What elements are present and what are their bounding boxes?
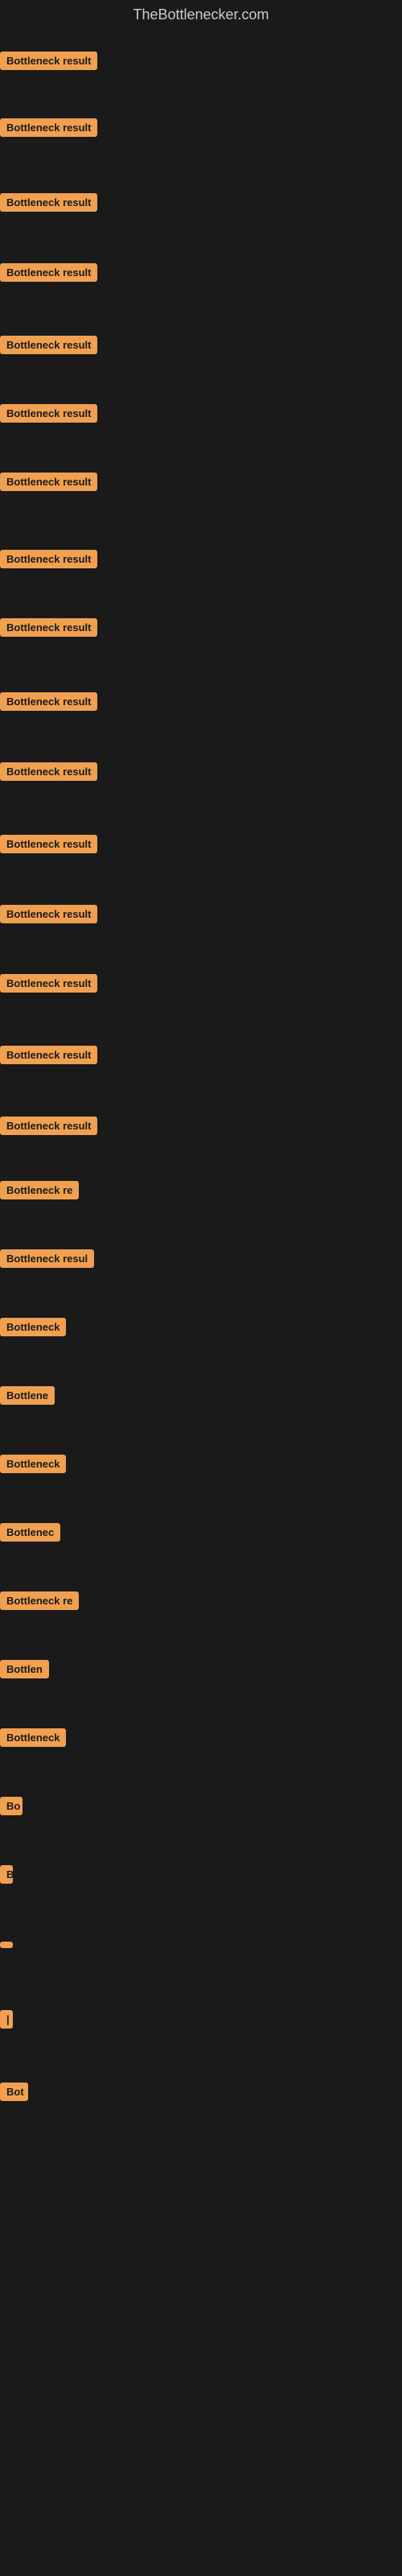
bottleneck-item[interactable]: Bottlen	[0, 1660, 49, 1682]
bottleneck-item[interactable]: Bottleneck result	[0, 762, 97, 785]
bottleneck-item[interactable]: Bottleneck result	[0, 618, 97, 641]
bottleneck-badge: Bottleneck result	[0, 473, 97, 491]
bottleneck-badge: Bottleneck result	[0, 905, 97, 923]
bottleneck-item[interactable]: Bottleneck re	[0, 1591, 79, 1614]
bottleneck-item[interactable]: Bo	[0, 1797, 23, 1819]
bottleneck-item[interactable]: |	[0, 2010, 13, 2033]
bottleneck-badge: Bottleneck result	[0, 118, 97, 137]
bottleneck-badge: Bottleneck result	[0, 193, 97, 212]
bottleneck-item[interactable]: Bottleneck result	[0, 835, 97, 857]
bottleneck-badge: |	[0, 2010, 13, 2029]
bottleneck-badge: Bottleneck result	[0, 336, 97, 354]
bottleneck-item[interactable]: Bottleneck result	[0, 263, 97, 286]
bottleneck-badge: Bottleneck	[0, 1728, 66, 1747]
bottleneck-badge: Bottleneck result	[0, 263, 97, 282]
bottleneck-item[interactable]: Bottleneck result	[0, 1046, 97, 1068]
bottleneck-badge: Bottleneck result	[0, 618, 97, 637]
bottleneck-badge: Bot	[0, 2083, 28, 2101]
bottleneck-item[interactable]: Bottleneck	[0, 1455, 66, 1477]
bottleneck-badge: Bottleneck result	[0, 835, 97, 853]
site-title: TheBottlenecker.com	[0, 0, 402, 30]
bottleneck-badge: Bottleneck result	[0, 404, 97, 423]
bottleneck-item[interactable]: B	[0, 1865, 13, 1888]
bottleneck-item[interactable]: Bottleneck result	[0, 692, 97, 715]
bottleneck-item[interactable]: Bottleneck result	[0, 404, 97, 427]
bottleneck-item[interactable]: Bottleneck	[0, 1318, 66, 1340]
bottleneck-badge: Bottlene	[0, 1386, 55, 1405]
bottleneck-badge: Bottlen	[0, 1660, 49, 1678]
bottleneck-badge: B	[0, 1865, 13, 1884]
bottleneck-item[interactable]: Bottleneck result	[0, 193, 97, 216]
bottleneck-badge: Bottleneck result	[0, 1117, 97, 1135]
bottleneck-item[interactable]: Bottleneck result	[0, 905, 97, 927]
bottleneck-item[interactable]: Bottleneck result	[0, 1117, 97, 1139]
bottleneck-item[interactable]: Bottleneck result	[0, 118, 97, 141]
bottleneck-badge	[0, 1942, 13, 1948]
bottleneck-item[interactable]: Bottleneck result	[0, 974, 97, 997]
bottleneck-badge: Bottleneck result	[0, 762, 97, 781]
bottleneck-item[interactable]: Bottleneck re	[0, 1181, 79, 1203]
bottleneck-item[interactable]: Bottleneck resul	[0, 1249, 94, 1272]
bottleneck-item[interactable]: Bottleneck	[0, 1728, 66, 1751]
bottleneck-item[interactable]: Bottlene	[0, 1386, 55, 1409]
bottleneck-badge: Bottleneck result	[0, 692, 97, 711]
bottleneck-badge: Bottleneck result	[0, 1046, 97, 1064]
bottleneck-item[interactable]: Bottleneck result	[0, 336, 97, 358]
bottleneck-item[interactable]: Bot	[0, 2083, 28, 2105]
bottleneck-badge: Bottleneck resul	[0, 1249, 94, 1268]
bottleneck-badge: Bo	[0, 1797, 23, 1815]
bottleneck-badge: Bottleneck re	[0, 1591, 79, 1610]
bottleneck-badge: Bottleneck result	[0, 974, 97, 993]
bottleneck-item[interactable]	[0, 1938, 13, 1952]
bottleneck-badge: Bottleneck re	[0, 1181, 79, 1199]
bottleneck-item[interactable]: Bottleneck result	[0, 52, 97, 74]
bottleneck-badge: Bottleneck	[0, 1318, 66, 1336]
bottleneck-badge: Bottleneck result	[0, 550, 97, 568]
bottleneck-item[interactable]: Bottlenec	[0, 1523, 60, 1546]
bottleneck-badge: Bottleneck result	[0, 52, 97, 70]
bottleneck-badge: Bottleneck	[0, 1455, 66, 1473]
bottleneck-badge: Bottlenec	[0, 1523, 60, 1542]
bottleneck-item[interactable]: Bottleneck result	[0, 473, 97, 495]
bottleneck-item[interactable]: Bottleneck result	[0, 550, 97, 572]
